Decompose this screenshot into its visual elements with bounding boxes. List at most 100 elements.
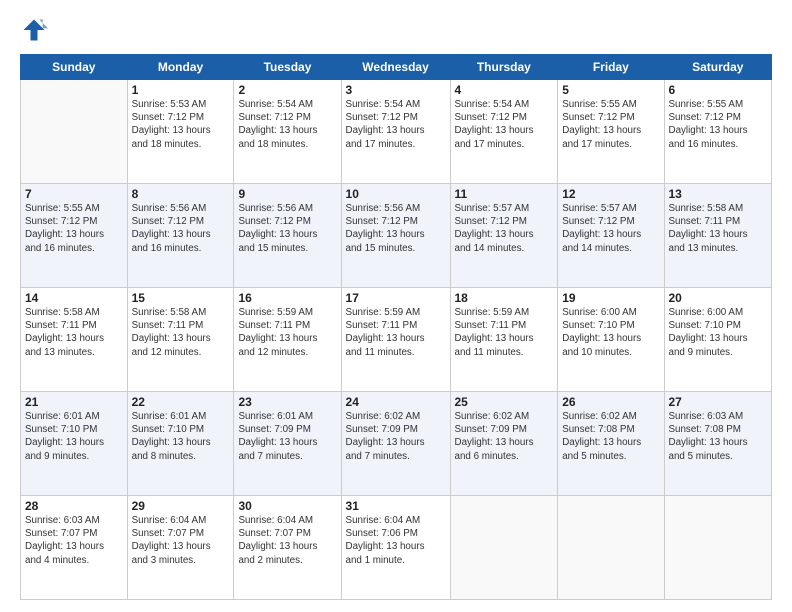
header-row: SundayMondayTuesdayWednesdayThursdayFrid… [21, 55, 772, 80]
day-number: 15 [132, 291, 230, 305]
day-info: Sunrise: 6:04 AMSunset: 7:07 PMDaylight:… [132, 514, 230, 567]
day-info: Sunrise: 5:56 AMSunset: 7:12 PMDaylight:… [346, 202, 446, 255]
calendar-cell: 29Sunrise: 6:04 AMSunset: 7:07 PMDayligh… [127, 496, 234, 600]
calendar-cell: 15Sunrise: 5:58 AMSunset: 7:11 PMDayligh… [127, 288, 234, 392]
day-info: Sunrise: 5:55 AMSunset: 7:12 PMDaylight:… [669, 98, 768, 151]
day-info: Sunrise: 5:54 AMSunset: 7:12 PMDaylight:… [346, 98, 446, 151]
day-number: 22 [132, 395, 230, 409]
day-number: 17 [346, 291, 446, 305]
calendar-cell: 2Sunrise: 5:54 AMSunset: 7:12 PMDaylight… [234, 80, 341, 184]
day-number: 23 [238, 395, 336, 409]
day-number: 2 [238, 83, 336, 97]
calendar-cell: 18Sunrise: 5:59 AMSunset: 7:11 PMDayligh… [450, 288, 558, 392]
day-number: 11 [455, 187, 554, 201]
calendar-cell: 19Sunrise: 6:00 AMSunset: 7:10 PMDayligh… [558, 288, 664, 392]
calendar-cell [450, 496, 558, 600]
calendar-cell: 1Sunrise: 5:53 AMSunset: 7:12 PMDaylight… [127, 80, 234, 184]
calendar-cell: 3Sunrise: 5:54 AMSunset: 7:12 PMDaylight… [341, 80, 450, 184]
day-number: 9 [238, 187, 336, 201]
day-info: Sunrise: 6:02 AMSunset: 7:09 PMDaylight:… [346, 410, 446, 463]
day-info: Sunrise: 5:54 AMSunset: 7:12 PMDaylight:… [238, 98, 336, 151]
day-header-friday: Friday [558, 55, 664, 80]
day-info: Sunrise: 5:58 AMSunset: 7:11 PMDaylight:… [669, 202, 768, 255]
day-info: Sunrise: 5:59 AMSunset: 7:11 PMDaylight:… [455, 306, 554, 359]
day-number: 16 [238, 291, 336, 305]
calendar-cell: 11Sunrise: 5:57 AMSunset: 7:12 PMDayligh… [450, 184, 558, 288]
day-number: 5 [562, 83, 659, 97]
day-header-wednesday: Wednesday [341, 55, 450, 80]
logo-icon [20, 16, 48, 44]
day-number: 29 [132, 499, 230, 513]
day-info: Sunrise: 5:57 AMSunset: 7:12 PMDaylight:… [455, 202, 554, 255]
day-info: Sunrise: 5:58 AMSunset: 7:11 PMDaylight:… [25, 306, 123, 359]
calendar-cell: 13Sunrise: 5:58 AMSunset: 7:11 PMDayligh… [664, 184, 772, 288]
day-info: Sunrise: 6:01 AMSunset: 7:10 PMDaylight:… [25, 410, 123, 463]
calendar-cell: 27Sunrise: 6:03 AMSunset: 7:08 PMDayligh… [664, 392, 772, 496]
day-header-saturday: Saturday [664, 55, 772, 80]
calendar-cell: 24Sunrise: 6:02 AMSunset: 7:09 PMDayligh… [341, 392, 450, 496]
calendar-cell [664, 496, 772, 600]
day-number: 31 [346, 499, 446, 513]
calendar-cell: 6Sunrise: 5:55 AMSunset: 7:12 PMDaylight… [664, 80, 772, 184]
calendar-cell: 23Sunrise: 6:01 AMSunset: 7:09 PMDayligh… [234, 392, 341, 496]
calendar-page: SundayMondayTuesdayWednesdayThursdayFrid… [0, 0, 792, 612]
calendar-cell [21, 80, 128, 184]
day-number: 19 [562, 291, 659, 305]
day-number: 18 [455, 291, 554, 305]
day-number: 3 [346, 83, 446, 97]
day-number: 30 [238, 499, 336, 513]
day-info: Sunrise: 5:59 AMSunset: 7:11 PMDaylight:… [346, 306, 446, 359]
calendar-table: SundayMondayTuesdayWednesdayThursdayFrid… [20, 54, 772, 600]
day-info: Sunrise: 5:55 AMSunset: 7:12 PMDaylight:… [25, 202, 123, 255]
day-info: Sunrise: 6:03 AMSunset: 7:08 PMDaylight:… [669, 410, 768, 463]
day-number: 4 [455, 83, 554, 97]
calendar-cell: 17Sunrise: 5:59 AMSunset: 7:11 PMDayligh… [341, 288, 450, 392]
calendar-week-5: 28Sunrise: 6:03 AMSunset: 7:07 PMDayligh… [21, 496, 772, 600]
day-info: Sunrise: 6:00 AMSunset: 7:10 PMDaylight:… [669, 306, 768, 359]
day-info: Sunrise: 5:53 AMSunset: 7:12 PMDaylight:… [132, 98, 230, 151]
calendar-cell: 5Sunrise: 5:55 AMSunset: 7:12 PMDaylight… [558, 80, 664, 184]
calendar-cell: 22Sunrise: 6:01 AMSunset: 7:10 PMDayligh… [127, 392, 234, 496]
day-number: 21 [25, 395, 123, 409]
day-number: 6 [669, 83, 768, 97]
calendar-cell: 8Sunrise: 5:56 AMSunset: 7:12 PMDaylight… [127, 184, 234, 288]
day-header-sunday: Sunday [21, 55, 128, 80]
day-info: Sunrise: 6:02 AMSunset: 7:08 PMDaylight:… [562, 410, 659, 463]
calendar-week-2: 7Sunrise: 5:55 AMSunset: 7:12 PMDaylight… [21, 184, 772, 288]
day-info: Sunrise: 5:59 AMSunset: 7:11 PMDaylight:… [238, 306, 336, 359]
calendar-week-3: 14Sunrise: 5:58 AMSunset: 7:11 PMDayligh… [21, 288, 772, 392]
calendar-cell: 4Sunrise: 5:54 AMSunset: 7:12 PMDaylight… [450, 80, 558, 184]
day-number: 8 [132, 187, 230, 201]
calendar-cell: 26Sunrise: 6:02 AMSunset: 7:08 PMDayligh… [558, 392, 664, 496]
calendar-week-4: 21Sunrise: 6:01 AMSunset: 7:10 PMDayligh… [21, 392, 772, 496]
day-info: Sunrise: 5:57 AMSunset: 7:12 PMDaylight:… [562, 202, 659, 255]
calendar-week-1: 1Sunrise: 5:53 AMSunset: 7:12 PMDaylight… [21, 80, 772, 184]
day-number: 28 [25, 499, 123, 513]
day-info: Sunrise: 6:00 AMSunset: 7:10 PMDaylight:… [562, 306, 659, 359]
day-info: Sunrise: 5:56 AMSunset: 7:12 PMDaylight:… [132, 202, 230, 255]
day-info: Sunrise: 5:58 AMSunset: 7:11 PMDaylight:… [132, 306, 230, 359]
day-header-thursday: Thursday [450, 55, 558, 80]
calendar-cell: 28Sunrise: 6:03 AMSunset: 7:07 PMDayligh… [21, 496, 128, 600]
calendar-cell: 10Sunrise: 5:56 AMSunset: 7:12 PMDayligh… [341, 184, 450, 288]
calendar-cell: 7Sunrise: 5:55 AMSunset: 7:12 PMDaylight… [21, 184, 128, 288]
day-info: Sunrise: 6:02 AMSunset: 7:09 PMDaylight:… [455, 410, 554, 463]
day-info: Sunrise: 5:54 AMSunset: 7:12 PMDaylight:… [455, 98, 554, 151]
calendar-cell: 20Sunrise: 6:00 AMSunset: 7:10 PMDayligh… [664, 288, 772, 392]
day-number: 14 [25, 291, 123, 305]
day-info: Sunrise: 6:04 AMSunset: 7:07 PMDaylight:… [238, 514, 336, 567]
day-number: 26 [562, 395, 659, 409]
day-number: 7 [25, 187, 123, 201]
calendar-cell [558, 496, 664, 600]
day-number: 1 [132, 83, 230, 97]
day-number: 25 [455, 395, 554, 409]
day-number: 12 [562, 187, 659, 201]
day-number: 27 [669, 395, 768, 409]
day-number: 10 [346, 187, 446, 201]
calendar-cell: 12Sunrise: 5:57 AMSunset: 7:12 PMDayligh… [558, 184, 664, 288]
day-info: Sunrise: 6:01 AMSunset: 7:09 PMDaylight:… [238, 410, 336, 463]
calendar-cell: 31Sunrise: 6:04 AMSunset: 7:06 PMDayligh… [341, 496, 450, 600]
day-info: Sunrise: 6:01 AMSunset: 7:10 PMDaylight:… [132, 410, 230, 463]
day-info: Sunrise: 5:55 AMSunset: 7:12 PMDaylight:… [562, 98, 659, 151]
day-number: 20 [669, 291, 768, 305]
